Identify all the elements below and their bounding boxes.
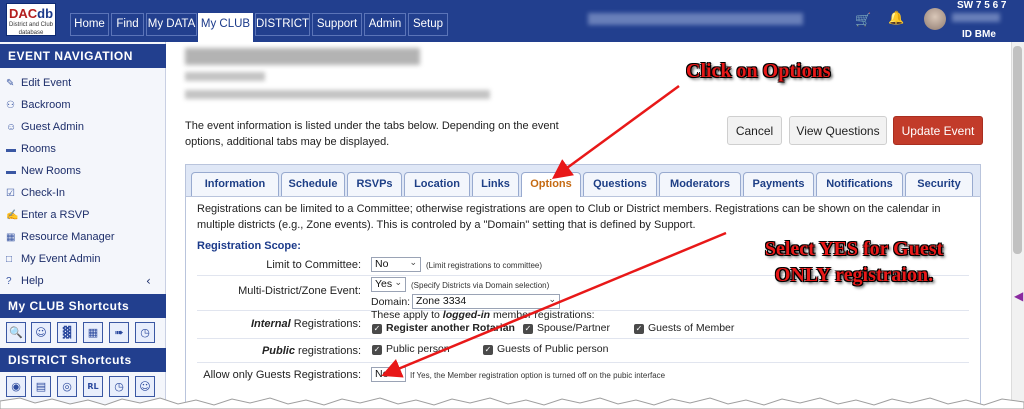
annotation-arrows: [381, 84, 727, 378]
annotation-select-yes-line1: Select YES for Guest: [764, 238, 944, 260]
torn-edge: [0, 397, 1024, 409]
annotation-click-options: Click on Options: [686, 60, 831, 82]
annotation-select-yes: Select YES for Guest ONLY registraion.: [728, 236, 980, 288]
annotation-select-yes-line2: ONLY registraion.: [774, 264, 934, 286]
arrow-to-options-tab: [551, 84, 680, 179]
arrow-to-guests-only-select: [381, 231, 727, 378]
